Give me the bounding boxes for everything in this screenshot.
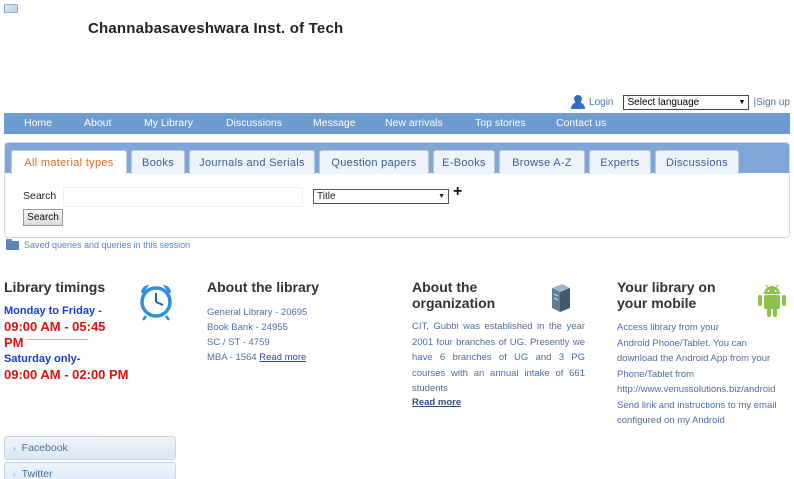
search-panel: All material types Books Journals and Se… [4, 142, 790, 238]
chevron-down-icon: ▼ [438, 193, 445, 200]
library-stat-mba: MBA - 1564 [207, 352, 257, 363]
tab-experts[interactable]: Experts [589, 150, 651, 174]
twitter-link[interactable]: › Twitter [4, 462, 176, 479]
tab-books[interactable]: Books [131, 150, 185, 174]
mobile-info: Access library from your Android Phone/T… [617, 320, 789, 429]
nav-item-message[interactable]: Message [313, 117, 356, 129]
top-bar: Login Select language ▼ |Sign up [571, 94, 790, 110]
saturday-hours: 09:00 AM - 02:00 PM [4, 367, 129, 382]
search-field-value: Title [317, 191, 336, 202]
nav-item-top-stories[interactable]: Top stories [475, 117, 526, 129]
tab-question-papers[interactable]: Question papers [319, 150, 429, 174]
about-library-title: About the library [207, 279, 320, 295]
library-stat-sc-st: SC / ST - 4759 [207, 337, 270, 348]
weekday-label: Monday to Friday - [4, 305, 102, 317]
nav-item-my-library[interactable]: My Library [144, 117, 193, 129]
nav-item-contact-us[interactable]: Contact us [556, 117, 606, 129]
chevron-down-icon: ▼ [738, 98, 746, 106]
tab-e-books[interactable]: E-Books [433, 150, 495, 174]
weekday-divider: ------------------------------- [26, 337, 88, 343]
tab-all-material-types[interactable]: All material types [11, 150, 127, 174]
nav-item-discussions[interactable]: Discussions [226, 117, 282, 129]
mobile-info-line: download the Android App from your [617, 353, 771, 364]
tab-discussions[interactable]: Discussions [655, 150, 739, 174]
add-criteria-button[interactable]: + [453, 183, 462, 201]
facebook-label: Facebook [21, 442, 68, 454]
nav-item-home[interactable]: Home [24, 117, 52, 129]
mobile-title-line2: your mobile [617, 295, 697, 311]
weekday-hours: 09:00 AM - 05:45 [4, 319, 106, 334]
broken-image-icon [4, 4, 18, 13]
android-app-link[interactable]: http://www.venussolutions.biz/android [617, 382, 789, 398]
tab-journals-and-serials[interactable]: Journals and Serials [189, 150, 315, 174]
language-select[interactable]: Select language ▼ [623, 94, 750, 110]
mobile-info-line: Phone/Tablet from [617, 368, 695, 380]
search-field-select[interactable]: Title ▼ [313, 189, 449, 204]
saturday-label: Saturday only- [4, 353, 81, 365]
search-input[interactable] [63, 187, 303, 207]
search-button[interactable]: Search [23, 209, 63, 226]
chevron-right-icon: › [13, 443, 16, 453]
nav-item-about[interactable]: About [84, 117, 111, 129]
alarm-clock-icon [140, 284, 172, 321]
library-read-more-link[interactable]: Read more [259, 352, 306, 363]
library-stat-general: General Library - 20695 [207, 307, 308, 318]
about-org-title-line2: organization [412, 295, 496, 311]
saved-queries-label: Saved queries and queries in this sessio… [24, 240, 191, 250]
nav-item-new-arrivals[interactable]: New arrivals [385, 117, 443, 129]
tab-browse-a-z[interactable]: Browse A-Z [499, 150, 585, 174]
mobile-title-line1: Your library on [617, 279, 716, 295]
android-icon [758, 284, 786, 317]
search-label: Search [23, 190, 57, 202]
weekday-hours-pm: PM [4, 335, 24, 350]
facebook-link[interactable]: › Facebook [4, 436, 176, 460]
login-link[interactable]: Login [589, 97, 613, 108]
library-stat-book-bank: Book Bank - 24955 [207, 322, 288, 333]
main-nav: Home About My Library Discussions Messag… [4, 113, 790, 134]
saved-queries-link[interactable]: Saved queries and queries in this sessio… [6, 238, 191, 250]
folder-icon [6, 238, 19, 250]
server-icon [552, 284, 570, 312]
mobile-info-line: Access library from your [617, 322, 719, 333]
mobile-info-line: Android Phone/Tablet. You can [617, 337, 747, 349]
user-icon [571, 95, 586, 109]
about-org-text: CIT, Gubbi was established in the year 2… [412, 321, 585, 394]
material-type-tabs: All material types Books Journals and Se… [5, 143, 789, 174]
about-org-title-line1: About the [412, 279, 478, 295]
signup-link[interactable]: |Sign up [753, 97, 790, 108]
library-stats: General Library - 20695 Book Bank - 2495… [207, 305, 307, 365]
chevron-right-icon: › [13, 469, 16, 479]
send-link-email[interactable]: Send link and instructions to my email [617, 398, 789, 414]
twitter-label: Twitter [21, 468, 53, 479]
language-select-value: Select language [627, 96, 700, 108]
org-read-more-link[interactable]: Read more [412, 397, 461, 408]
mobile-info-line: configured on my Android [617, 415, 725, 426]
site-title: Channabasaveshwara Inst. of Tech [88, 20, 344, 37]
library-timings-title: Library timings [4, 279, 106, 295]
